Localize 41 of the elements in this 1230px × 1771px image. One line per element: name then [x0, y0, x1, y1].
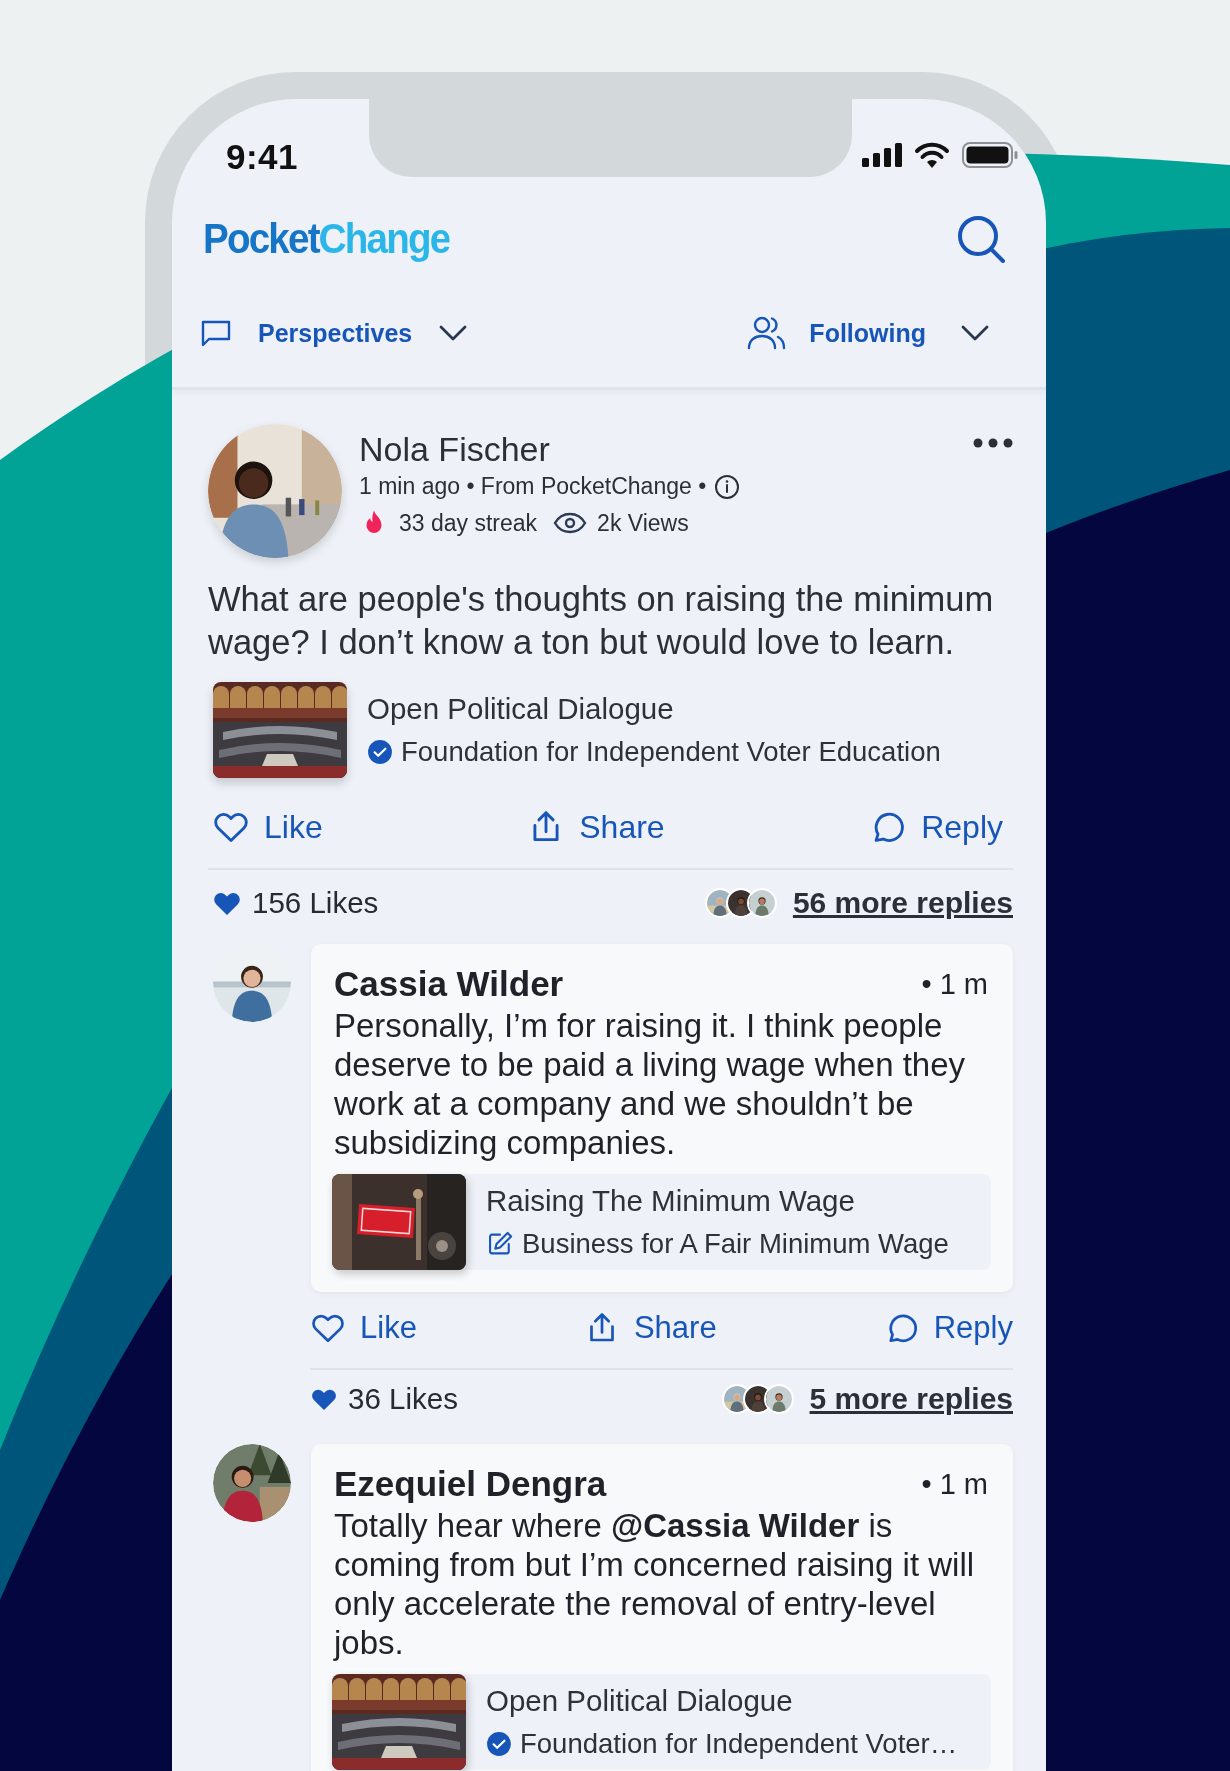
signal-icon	[862, 143, 902, 167]
attachment-source: Business for A Fair Minimum Wage	[522, 1228, 949, 1260]
reply-button[interactable]: Reply	[883, 1310, 1013, 1346]
more-icon[interactable]	[973, 438, 1013, 448]
post-meta: 1 min ago • From PocketChange •	[359, 473, 707, 500]
wifi-icon	[914, 142, 950, 168]
comment-time: • 1 m	[921, 1467, 988, 1501]
filter-dropdown[interactable]: Perspectives	[200, 318, 469, 348]
status-time: 9:41	[226, 137, 299, 177]
chevron-down-icon	[438, 324, 469, 342]
more-replies-link[interactable]: 5 more replies	[809, 1382, 1013, 1416]
comment-text: Totally hear where @Cassia Wilder is coming from but I’m concerned raising it will only accelerate the removal of entry-level jobs.	[334, 1506, 976, 1662]
eye-icon	[553, 511, 588, 535]
post-text: What are people's thoughts on raising the minimum wage? I don’t know a ton but would love to learn.	[208, 579, 995, 663]
author-name[interactable]: Cassia Wilder	[334, 964, 564, 1004]
attachment-title: Open Political Dialogue	[486, 1684, 794, 1718]
likes-count: 156 Likes	[252, 886, 379, 920]
likes-count: 36 Likes	[348, 1382, 458, 1416]
views-text: 2k Views	[597, 509, 689, 537]
speech-bubble-icon	[200, 318, 232, 348]
attachment-source: Foundation for Independent Voter…	[520, 1728, 958, 1760]
more-replies-link[interactable]: 56 more replies	[792, 886, 1013, 920]
comment-time: • 1 m	[921, 967, 988, 1001]
info-icon[interactable]	[714, 473, 741, 500]
search-icon[interactable]	[956, 214, 1006, 264]
attachment-title: Open Political Dialogue	[367, 692, 675, 726]
reply-button[interactable]: Reply	[869, 808, 1003, 846]
attachment-title: Raising The Minimum Wage	[486, 1184, 856, 1218]
attachment-source: Foundation for Independent Voter Education	[401, 736, 941, 768]
filter-dropdown[interactable]: Following	[747, 315, 990, 351]
author-name[interactable]: Nola Fischer	[359, 430, 956, 469]
comment-text: Personally, I’m for raising it. I think people deserve to be paid a living wage when they work at a company and we shouldn’t be subsidizing companies.	[334, 1006, 967, 1162]
share-button[interactable]: Share	[527, 808, 665, 846]
battery-icon	[962, 142, 1018, 168]
share-button[interactable]: Share	[583, 1310, 717, 1346]
like-button[interactable]: Like	[212, 808, 323, 846]
author-name[interactable]: Ezequiel Dengra	[334, 1464, 607, 1504]
streak-text: 33 day streak	[399, 509, 538, 537]
chevron-down-icon	[960, 324, 990, 342]
people-icon	[747, 315, 788, 351]
like-button[interactable]: Like	[310, 1310, 417, 1346]
